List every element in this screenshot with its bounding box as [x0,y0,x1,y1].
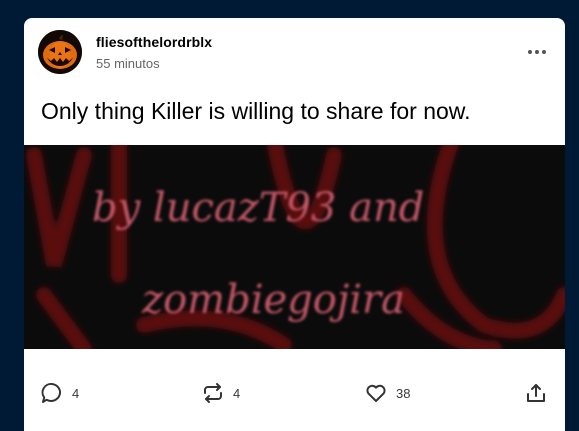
post-timestamp[interactable]: 55 minutos [96,56,160,71]
heart-icon [366,384,386,402]
reblog-count: 4 [233,385,241,401]
post-header: fliesofthelordrblx 55 minutos [24,18,565,88]
more-options-button[interactable] [523,42,551,62]
reply-count: 4 [72,385,80,401]
image-text-line1: by lucazT93 and [92,185,424,231]
post-image[interactable]: by lucazT93 and zombiegojira [24,145,565,349]
post-image-graphic: by lucazT93 and zombiegojira [24,145,565,349]
reply-button[interactable]: 4 [40,381,79,405]
image-text-line2: zombiegojira [141,277,405,323]
more-dots-icon [528,50,546,54]
post-body-text: Only thing Killer is willing to share fo… [41,98,471,124]
post-card: fliesofthelordrblx 55 minutos Only thing… [24,18,565,431]
avatar[interactable] [38,30,82,74]
jack-o-lantern-icon [38,30,82,74]
reblog-icon [204,383,222,403]
share-icon [527,384,545,402]
like-button[interactable]: 38 [364,381,410,405]
speech-bubble-icon [41,382,61,403]
post-footer: 4 4 38 [24,349,565,431]
reblog-button[interactable]: 4 [201,381,240,405]
like-count: 38 [396,385,411,401]
post-username[interactable]: fliesofthelordrblx [96,34,212,50]
share-button[interactable] [524,381,548,405]
